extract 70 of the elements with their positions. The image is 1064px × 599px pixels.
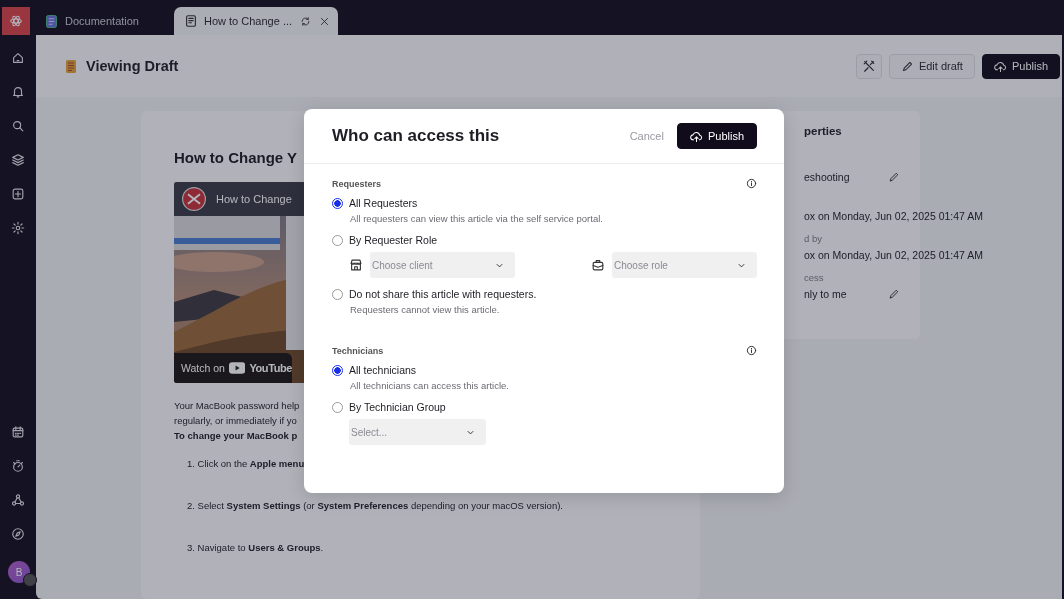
settings-icon[interactable]	[11, 221, 25, 235]
radio-button[interactable]	[332, 364, 343, 376]
option-description: Requesters cannot view this article.	[349, 304, 501, 315]
user-avatar[interactable]: B	[8, 561, 30, 583]
watch-on-youtube-link[interactable]: Watch on YouTube	[174, 353, 292, 383]
publish-button[interactable]: Publish	[676, 123, 757, 149]
option-description: All requesters can view this article via the self service portal.	[349, 213, 604, 224]
section-heading: To change your MacBook p	[174, 429, 298, 443]
dropdown[interactable]: Choose role	[612, 252, 757, 278]
search-icon[interactable]	[11, 119, 25, 133]
status-badge	[23, 573, 37, 587]
video-title: How to Change	[216, 193, 292, 205]
section-label: Requesters	[332, 178, 382, 189]
field-value: nly to me	[804, 288, 847, 300]
pencil-icon	[900, 59, 914, 73]
draft-document-icon	[66, 59, 76, 73]
field-label: cess	[804, 272, 825, 284]
field-label: d by	[804, 233, 823, 245]
page-title: Viewing Draft	[86, 58, 179, 74]
edit-draft-button[interactable]: Edit draft	[888, 53, 975, 79]
docs-icon	[46, 14, 57, 28]
option-description: All technicians can access this article.	[349, 380, 510, 391]
field-value: ox on Monday, Jun 02, 2025 01:47 AM	[804, 210, 983, 222]
dropdown[interactable]: Choose client	[370, 252, 515, 278]
step-text: 3. Navigate to Users & Groups.	[187, 541, 324, 555]
network-icon[interactable]	[11, 493, 25, 507]
option-label: All Requesters	[349, 197, 418, 209]
briefcase-icon	[591, 258, 605, 272]
edit-icon[interactable]	[888, 171, 900, 183]
store-icon	[349, 258, 363, 272]
tools-button[interactable]	[855, 53, 882, 79]
document-icon	[184, 14, 198, 28]
tab[interactable]: How to Change ...	[174, 7, 339, 35]
info-icon[interactable]	[746, 178, 757, 189]
edit-icon[interactable]	[888, 288, 900, 300]
paragraph-line: Your MacBook password help	[174, 399, 300, 413]
field-value: eshooting	[804, 171, 850, 183]
add-icon[interactable]	[11, 187, 25, 201]
step-text: 2. Select System Settings (or System Preferences depending on your macOS version).	[187, 499, 563, 513]
channel-logo-icon	[182, 187, 206, 211]
upload-icon	[689, 129, 703, 143]
paragraph-line: regularly, or immediately if yo	[174, 414, 297, 428]
dropdown[interactable]: Select...	[349, 419, 486, 445]
notification-icon[interactable]	[11, 85, 25, 99]
dialog-title: Who can access this	[332, 126, 501, 146]
close-icon	[319, 15, 331, 27]
properties-title: perties	[804, 125, 843, 137]
refresh-icon	[300, 15, 312, 27]
play-icon	[228, 362, 246, 374]
option-label: By Requester Role	[349, 234, 438, 246]
layers-icon[interactable]	[11, 153, 25, 167]
tab[interactable]: Documentation	[36, 7, 170, 35]
option-label: Do not share this article with requesters.	[349, 288, 537, 300]
option-label: All technicians	[349, 364, 417, 376]
section-label: Technicians	[332, 345, 384, 356]
upload-icon	[993, 59, 1007, 73]
info-icon[interactable]	[746, 345, 757, 356]
home-icon[interactable]	[11, 51, 25, 65]
tools-icon	[861, 59, 876, 73]
article-title: How to Change Y	[174, 149, 298, 166]
stopwatch-icon[interactable]	[11, 459, 25, 473]
atom-icon	[9, 14, 23, 28]
calendar-icon[interactable]	[11, 425, 25, 439]
step-text: 1. Click on the Apple menu	[187, 457, 305, 471]
field-value: ox on Monday, Jun 02, 2025 01:47 AM	[804, 249, 983, 261]
compass-icon[interactable]	[11, 527, 25, 541]
app-logo[interactable]	[2, 7, 30, 35]
option-label: By Technician Group	[349, 401, 446, 413]
radio-button[interactable]	[332, 197, 343, 209]
publish-button[interactable]: Publish	[981, 53, 1060, 79]
